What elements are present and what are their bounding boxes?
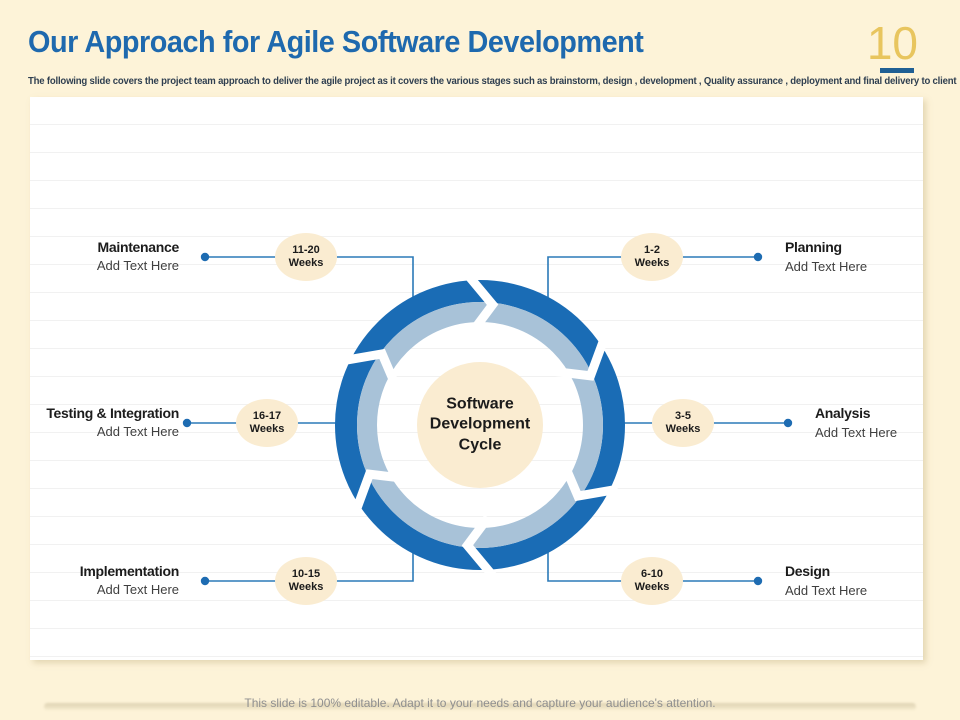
stage-name: Testing & Integration xyxy=(46,405,179,421)
duration-value: 10-15 xyxy=(291,568,321,580)
duration-unit: Weeks xyxy=(665,423,701,435)
duration-unit: Weeks xyxy=(249,423,285,435)
duration-unit: Weeks xyxy=(288,257,324,269)
dot-testing xyxy=(182,418,192,428)
duration-unit: Weeks xyxy=(634,257,670,269)
dot-design xyxy=(753,576,763,586)
stage-text-placeholder[interactable]: Add Text Here xyxy=(27,423,179,441)
slide: Our Approach for Agile Software Developm… xyxy=(0,0,960,720)
stage-name: Planning xyxy=(785,239,842,255)
duration-value: 16-17 xyxy=(252,410,282,422)
stage-planning: Planning Add Text Here xyxy=(785,238,937,276)
duration-badge-analysis: 3-5 Weeks xyxy=(652,399,714,447)
duration-unit: Weeks xyxy=(288,581,324,593)
stage-implementation: Implementation Add Text Here xyxy=(27,562,180,599)
duration-value: 6-10 xyxy=(640,568,664,580)
stage-name: Implementation xyxy=(79,563,180,579)
stage-text-placeholder[interactable]: Add Text Here xyxy=(785,582,937,600)
stage-design: Design Add Text Here xyxy=(785,562,937,600)
duration-badge-testing: 16-17 Weeks xyxy=(236,399,298,447)
dot-analysis xyxy=(783,418,793,428)
stage-maintenance: Maintenance Add Text Here xyxy=(27,238,179,275)
duration-value: 11-20 xyxy=(292,244,320,256)
stage-name: Maintenance xyxy=(97,239,180,255)
duration-value: 1-2 xyxy=(644,244,660,256)
duration-badge-maintenance: 11-20 Weeks xyxy=(275,233,337,281)
duration-value: 3-5 xyxy=(675,410,691,422)
duration-unit: Weeks xyxy=(634,581,670,593)
dot-implementation xyxy=(200,576,210,586)
dot-maintenance xyxy=(200,252,210,262)
duration-badge-implementation: 10-15 Weeks xyxy=(275,557,337,605)
cycle-diagram xyxy=(182,252,793,586)
stage-name: Design xyxy=(785,563,830,579)
dot-planning xyxy=(753,252,763,262)
duration-badge-design: 6-10 Weeks xyxy=(621,557,683,605)
cycle-center-label: Software Development Cycle xyxy=(429,395,531,454)
stage-analysis: Analysis Add Text Here xyxy=(815,404,960,442)
stage-text-placeholder[interactable]: Add Text Here xyxy=(27,257,179,275)
footer-note: This slide is 100% editable. Adapt it to… xyxy=(244,696,716,710)
stage-text-placeholder[interactable]: Add Text Here xyxy=(27,581,179,599)
duration-badge-planning: 1-2 Weeks xyxy=(621,233,683,281)
stage-text-placeholder[interactable]: Add Text Here xyxy=(785,258,937,276)
stage-text-placeholder[interactable]: Add Text Here xyxy=(815,424,960,442)
stage-name: Analysis xyxy=(815,405,871,421)
stage-testing-integration: Testing & Integration Add Text Here xyxy=(27,404,179,441)
